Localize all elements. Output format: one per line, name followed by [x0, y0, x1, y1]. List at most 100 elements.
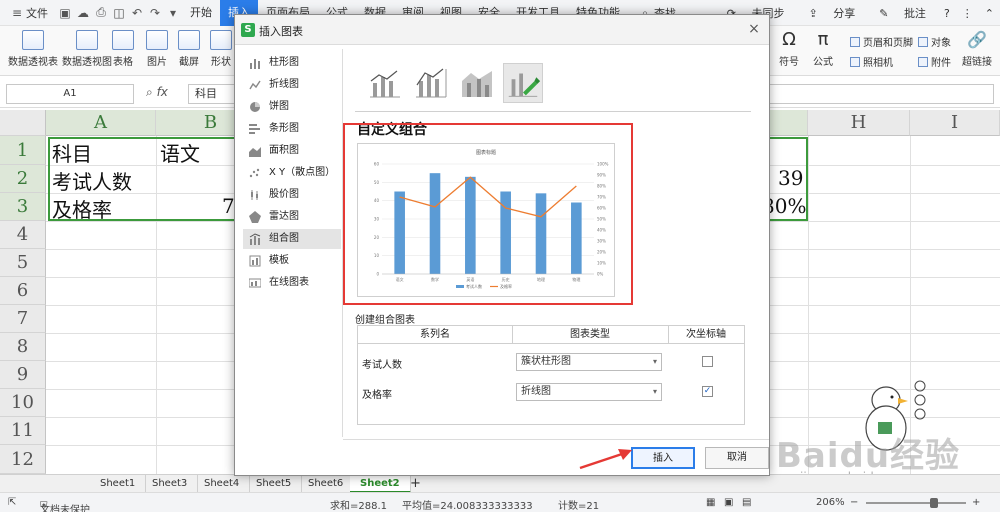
symbol-button[interactable]: Ω 符号 — [778, 30, 800, 69]
zoom-level[interactable]: 206% — [816, 497, 845, 508]
redo-icon[interactable]: ↷ — [148, 6, 162, 20]
secondary-axis-checkbox-1[interactable] — [702, 356, 713, 367]
print-icon[interactable]: ⎙ — [94, 5, 108, 20]
chart-type-area[interactable]: 面积图 — [243, 141, 341, 161]
fx-label[interactable]: fx — [157, 85, 168, 99]
screenshot-button[interactable]: 截屏 — [178, 30, 200, 68]
pivot-table-button[interactable]: 数据透视表 — [8, 30, 58, 68]
formula-button[interactable]: π 公式 — [812, 30, 834, 69]
chart-type-bar[interactable]: 条形图 — [243, 119, 341, 139]
column-header-a[interactable]: A — [46, 110, 156, 136]
combo-series-table: 系列名 图表类型 次坐标轴 考试人数 簇状柱形图 ▾ 及格率 折线图 ▾ ✓ — [357, 325, 745, 425]
name-box[interactable]: A1 — [6, 84, 134, 104]
chart-type-scatter[interactable]: X Y（散点图） — [243, 163, 341, 183]
pie-chart-icon — [250, 102, 260, 112]
combo-section-label: 创建组合图表 — [355, 315, 415, 326]
cloud-icon[interactable]: ☁ — [76, 6, 90, 20]
series-type-select-1[interactable]: 簇状柱形图 ▾ — [516, 353, 662, 371]
row-header-7[interactable]: 7 — [0, 305, 46, 333]
zoom-in-icon[interactable]: + — [972, 497, 980, 508]
sum-status: 求和=288.1 — [330, 501, 388, 512]
file-menu[interactable]: ≡ 文件 — [0, 0, 56, 26]
view-layout-icon[interactable]: ▤ — [742, 497, 751, 508]
picture-icon — [146, 30, 168, 50]
close-icon[interactable]: × — [745, 20, 763, 38]
sheet-tabs: Sheet1 Sheet3 Sheet4 Sheet5 Sheet6 Sheet… — [0, 474, 1000, 493]
chart-type-list: 柱形图 折线图 饼图 条形图 面积图 X Y（散点图） 股价图 雷达图 组合图 … — [243, 49, 343, 439]
sheet-tab-3[interactable]: Sheet3 — [142, 475, 199, 493]
chart-type-combo[interactable]: 组合图 — [243, 229, 341, 249]
add-sheet-icon[interactable]: + — [400, 475, 431, 493]
sheet-tab-6[interactable]: Sheet6 — [298, 475, 355, 493]
camera-button[interactable]: 照相机 — [850, 54, 893, 69]
row-header-2[interactable]: 2 — [0, 165, 46, 193]
chart-type-pie[interactable]: 饼图 — [243, 97, 341, 117]
secondary-axis-checkbox-2[interactable]: ✓ — [702, 386, 713, 397]
red-arrow-annotation — [579, 449, 632, 470]
series-type-select-2[interactable]: 折线图 ▾ — [516, 383, 662, 401]
select-all-corner[interactable] — [0, 110, 46, 136]
row-header-9[interactable]: 9 — [0, 361, 46, 389]
zoom-out-icon[interactable]: − — [850, 497, 858, 508]
chart-type-online[interactable]: 在线图表 — [243, 273, 341, 293]
sheet-tab-5[interactable]: Sheet5 — [246, 475, 303, 493]
hyperlink-button[interactable]: 🔗 超链接 — [962, 30, 992, 68]
object-button[interactable]: 对象 — [918, 34, 951, 49]
row-header-8[interactable]: 8 — [0, 333, 46, 361]
row-header-10[interactable]: 10 — [0, 389, 46, 417]
chart-type-column[interactable]: 柱形图 — [243, 53, 341, 73]
pivot-chart-button[interactable]: 数据透视图 — [62, 30, 112, 68]
column-header-i[interactable]: I — [910, 110, 1000, 136]
undo-icon[interactable]: ↶ — [130, 6, 144, 20]
paperclip-icon — [918, 57, 928, 67]
row-header-3[interactable]: 3 — [0, 193, 46, 221]
check-icon: ✓ — [703, 386, 712, 396]
sheet-tab-4[interactable]: Sheet4 — [194, 475, 251, 493]
subtype-column-line-secondary-icon[interactable] — [411, 63, 451, 103]
pivot-chart-icon — [76, 30, 98, 50]
chart-type-template[interactable]: 模板 — [243, 251, 341, 271]
dropdown-icon[interactable]: ▾ — [166, 6, 180, 20]
tab-home[interactable]: 开始 — [182, 0, 220, 26]
more-icon[interactable]: ⋮ — [956, 7, 979, 20]
collapse-icon[interactable]: ⌃ — [979, 7, 1000, 20]
subtype-area-column-icon[interactable] — [457, 63, 497, 103]
template-icon — [249, 255, 261, 267]
share-button[interactable]: ⇪ 分享 — [797, 5, 868, 21]
row-header-12[interactable]: 12 — [0, 445, 46, 474]
help-icon[interactable]: ? — [938, 7, 956, 20]
chevron-down-icon: ▾ — [652, 387, 657, 396]
subtype-column-line-icon[interactable] — [365, 63, 405, 103]
chart-type-line[interactable]: 折线图 — [243, 75, 341, 95]
view-page-icon[interactable]: ▣ — [724, 497, 733, 508]
row-header-4[interactable]: 4 — [0, 221, 46, 249]
subtype-custom-combo-icon[interactable] — [503, 63, 543, 103]
header-footer-button[interactable]: 页眉和页脚 — [850, 34, 913, 49]
row-header-1[interactable]: 1 — [0, 136, 46, 165]
table-button[interactable]: 表格 — [112, 30, 134, 68]
comment-button[interactable]: ✎ 批注 — [867, 5, 938, 21]
preview-icon[interactable]: ◫ — [112, 6, 126, 20]
shape-button[interactable]: 形状 — [210, 30, 232, 68]
cancel-button[interactable]: 取消 — [705, 447, 769, 469]
row-header-5[interactable]: 5 — [0, 249, 46, 277]
dialog-footer-divider — [343, 439, 769, 440]
radar-chart-icon — [249, 211, 261, 223]
column-header-h[interactable]: H — [808, 110, 910, 136]
row-header-6[interactable]: 6 — [0, 277, 46, 305]
save-icon[interactable]: ▣ — [58, 6, 72, 20]
chart-type-radar[interactable]: 雷达图 — [243, 207, 341, 227]
sheet-tab-1[interactable]: Sheet1 — [90, 475, 147, 493]
row-header-11[interactable]: 11 — [0, 417, 46, 445]
zoom-slider[interactable] — [866, 502, 966, 504]
zoom-slider-thumb[interactable] — [930, 498, 938, 508]
view-normal-icon[interactable]: ▦ — [706, 497, 715, 508]
picture-button[interactable]: 图片 — [146, 30, 168, 68]
series-name-2: 及格率 — [362, 390, 392, 401]
attachment-button[interactable]: 附件 — [918, 54, 951, 69]
zoom-icon[interactable]: ⌕ — [146, 85, 153, 99]
insert-button[interactable]: 插入 — [631, 447, 695, 469]
chart-type-stock[interactable]: 股价图 — [243, 185, 341, 205]
formula-icons: ⌕ fx — [146, 85, 168, 100]
insert-chart-dialog: S 插入图表 × 柱形图 折线图 饼图 条形图 面积图 X Y（散点图） 股价图… — [234, 14, 770, 476]
